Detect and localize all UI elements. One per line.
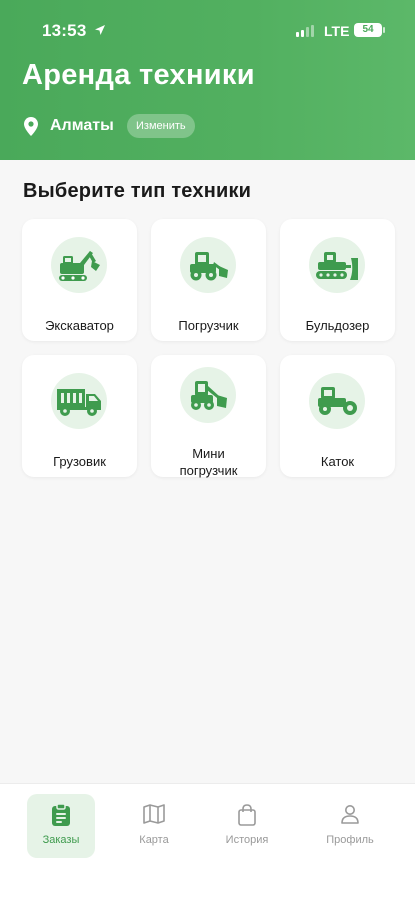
location-arrow-icon (95, 25, 105, 35)
status-time: 13:53 (42, 21, 87, 40)
equipment-card-bulldozer[interactable]: Бульдозер (280, 219, 395, 341)
equipment-label: Бульдозер (305, 318, 370, 333)
map-icon (143, 804, 165, 824)
header: 13:53 LTE 54 Аренда техники Алматы Измен… (0, 0, 415, 160)
battery-icon: 54 (354, 23, 382, 37)
tab-history[interactable]: История (213, 794, 281, 858)
person-icon (341, 805, 359, 824)
equipment-card-mini-loader[interactable]: Мини погрузчик (151, 355, 266, 478)
equipment-card-truck[interactable]: Грузовик (22, 355, 137, 477)
icon-circle (51, 373, 107, 429)
bulldozer-icon (316, 252, 358, 280)
equipment-label: Экскаватор (45, 318, 114, 333)
icon-circle (180, 367, 236, 423)
bag-icon (238, 804, 256, 826)
bottom-tab-bar: Заказы Карта История Профиль (0, 783, 415, 900)
tab-orders[interactable]: Заказы (27, 794, 95, 858)
icon-circle (180, 237, 236, 293)
tab-label: Профиль (326, 834, 374, 846)
equipment-card-road-roller[interactable]: Каток (280, 355, 395, 477)
tab-label: Заказы (42, 834, 80, 846)
city-label: Алматы (50, 117, 114, 134)
equipment-label: Погрузчик (178, 318, 239, 333)
equipment-label: Грузовик (53, 454, 106, 469)
road-roller-icon (318, 387, 357, 415)
tab-label: Карта (139, 834, 169, 846)
page-title: Аренда техники (22, 59, 255, 91)
equipment-label: Каток (320, 454, 355, 469)
equipment-label: Мини погрузчик (179, 446, 238, 478)
tab-profile[interactable]: Профиль (316, 794, 384, 858)
icon-circle (309, 373, 365, 429)
clipboard-icon (52, 804, 70, 826)
status-bar: 13:53 LTE 54 (0, 18, 415, 44)
icon-circle (309, 237, 365, 293)
tab-label: История (225, 834, 269, 846)
signal-icon (296, 25, 314, 37)
mini-loader-icon (191, 381, 227, 410)
loader-icon (190, 252, 228, 281)
change-city-button[interactable]: Изменить (127, 114, 195, 138)
tab-map[interactable]: Карта (120, 794, 188, 858)
truck-icon (57, 389, 101, 416)
icon-circle (51, 237, 107, 293)
battery-tip (383, 27, 385, 33)
location-pin-icon (24, 117, 38, 136)
section-title: Выберите тип техники (23, 180, 252, 202)
excavator-icon (59, 251, 100, 281)
equipment-card-loader[interactable]: Погрузчик (151, 219, 266, 341)
equipment-card-excavator[interactable]: Экскаватор (22, 219, 137, 341)
network-label: LTE (324, 23, 350, 39)
